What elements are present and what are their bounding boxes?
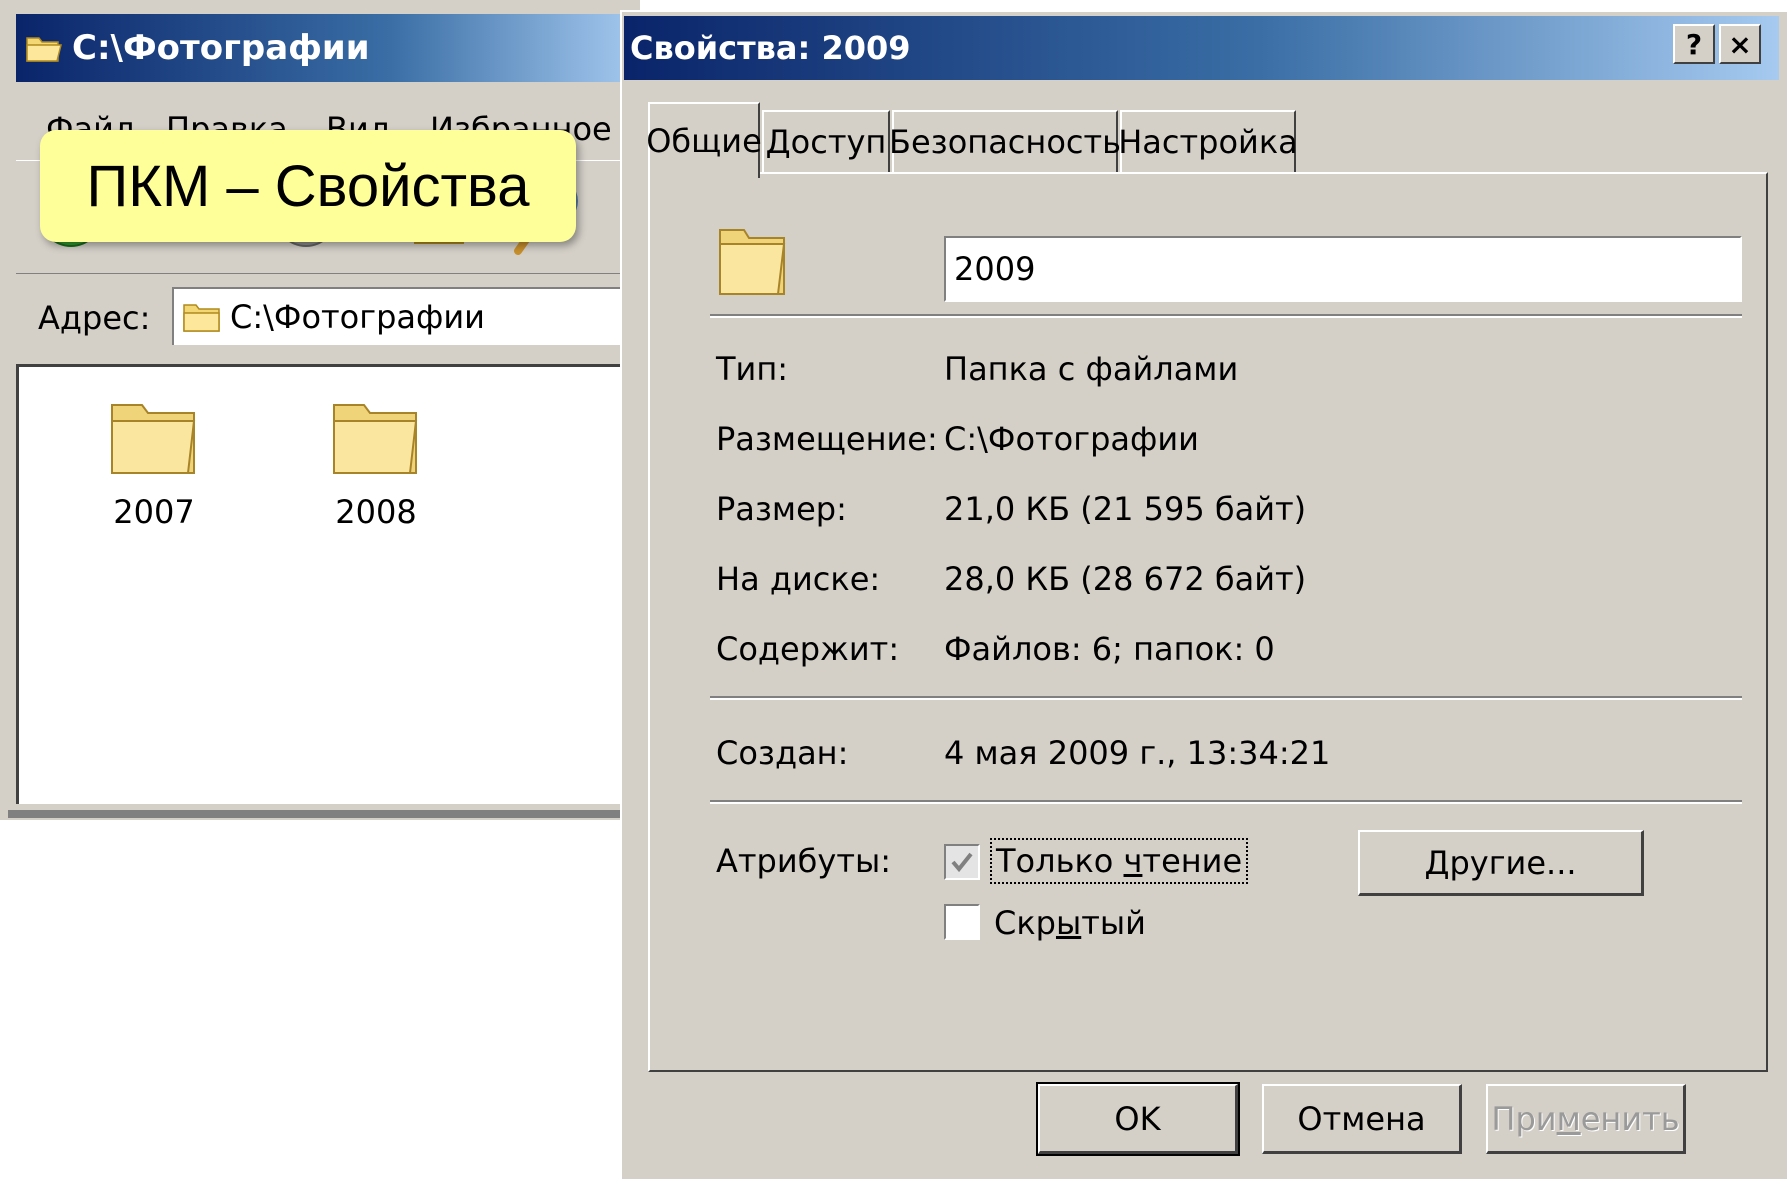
folder-icon [111,404,196,474]
location-value: C:\Фотографии [944,420,1199,458]
address-input[interactable]: C:\Фотографии [172,287,640,345]
address-label: Адрес: [38,299,151,337]
dialog-titlebar[interactable]: Свойства: 2009 [624,16,1779,80]
type-label: Тип: [716,350,789,388]
btn-accel: м [1556,1099,1581,1138]
folder-icon [333,404,418,474]
explorer-title: C:\Фотографии [72,28,370,68]
help-button[interactable]: ? [1673,24,1715,64]
hidden-label[interactable]: Скрытый [994,904,1146,942]
instruction-callout: ПКМ – Свойства [40,130,576,242]
tab-sharing[interactable]: Доступ [762,110,890,172]
cancel-button[interactable]: Отмена [1262,1084,1462,1154]
label-accel: ч [1123,842,1143,880]
folder-name-input[interactable] [944,236,1742,302]
btn-accel: Д [1424,843,1450,882]
folder-icon [183,304,220,332]
label-text: тение [1142,842,1243,880]
explorer-window: C:\Фотографии Файл Правка Вид Избранное … [0,0,640,820]
readonly-checkbox[interactable] [944,844,980,880]
window-border [8,810,640,818]
advanced-button[interactable]: Другие... [1358,830,1644,896]
label-accel: ы [1055,904,1082,942]
created-value: 4 мая 2009 г., 13:34:21 [944,734,1331,772]
type-value: Папка с файлами [944,350,1239,388]
disk-size-value: 28,0 КБ (28 672 байт) [944,560,1307,598]
checkmark-icon [951,852,973,873]
disk-size-label: На диске: [716,560,881,598]
tab-customize[interactable]: Настройка [1118,110,1298,172]
tab-security[interactable]: Безопасность [889,110,1121,172]
separator [710,314,1742,318]
dialog-title: Свойства: 2009 [630,29,911,67]
folder-label: 2008 [335,493,417,531]
tab-general[interactable]: Общие [646,102,762,178]
size-value: 21,0 КБ (21 595 байт) [944,490,1307,528]
hidden-checkbox[interactable] [944,904,980,940]
folder-open-icon [26,37,62,62]
created-label: Создан: [716,734,849,772]
btn-text: ругие... [1449,843,1577,882]
folder-view: 2007 2008 [16,364,640,804]
location-label: Размещение: [716,420,938,458]
explorer-titlebar[interactable]: C:\Фотографии [16,14,640,82]
separator [710,696,1742,700]
label-text: Скр [994,904,1056,942]
btn-text: При [1491,1099,1557,1138]
address-bar: Адрес: C:\Фотографии [16,275,640,355]
label-text: Только [996,842,1124,880]
contains-value: Файлов: 6; папок: 0 [944,630,1275,668]
label-text: тый [1081,904,1146,942]
folder-item-2007[interactable]: 2007 [79,395,229,531]
size-label: Размер: [716,490,847,528]
btn-text: енить [1580,1099,1680,1138]
ok-button[interactable]: OK [1036,1082,1240,1156]
folder-item-2008[interactable]: 2008 [301,395,451,531]
properties-dialog: Свойства: 2009 ? × Общие Доступ Безопасн… [620,10,1787,1179]
address-value: C:\Фотографии [230,298,485,336]
readonly-label[interactable]: Только чтение [990,838,1249,884]
apply-button[interactable]: При м енить [1486,1084,1686,1154]
folder-icon [719,229,786,295]
attributes-label: Атрибуты: [716,842,891,880]
close-button[interactable]: × [1719,24,1761,64]
general-tab-panel: Тип: Папка с файлами Размещение: C:\Фото… [648,172,1768,1072]
separator [710,800,1742,804]
folder-label: 2007 [113,493,195,531]
contains-label: Содержит: [716,630,900,668]
